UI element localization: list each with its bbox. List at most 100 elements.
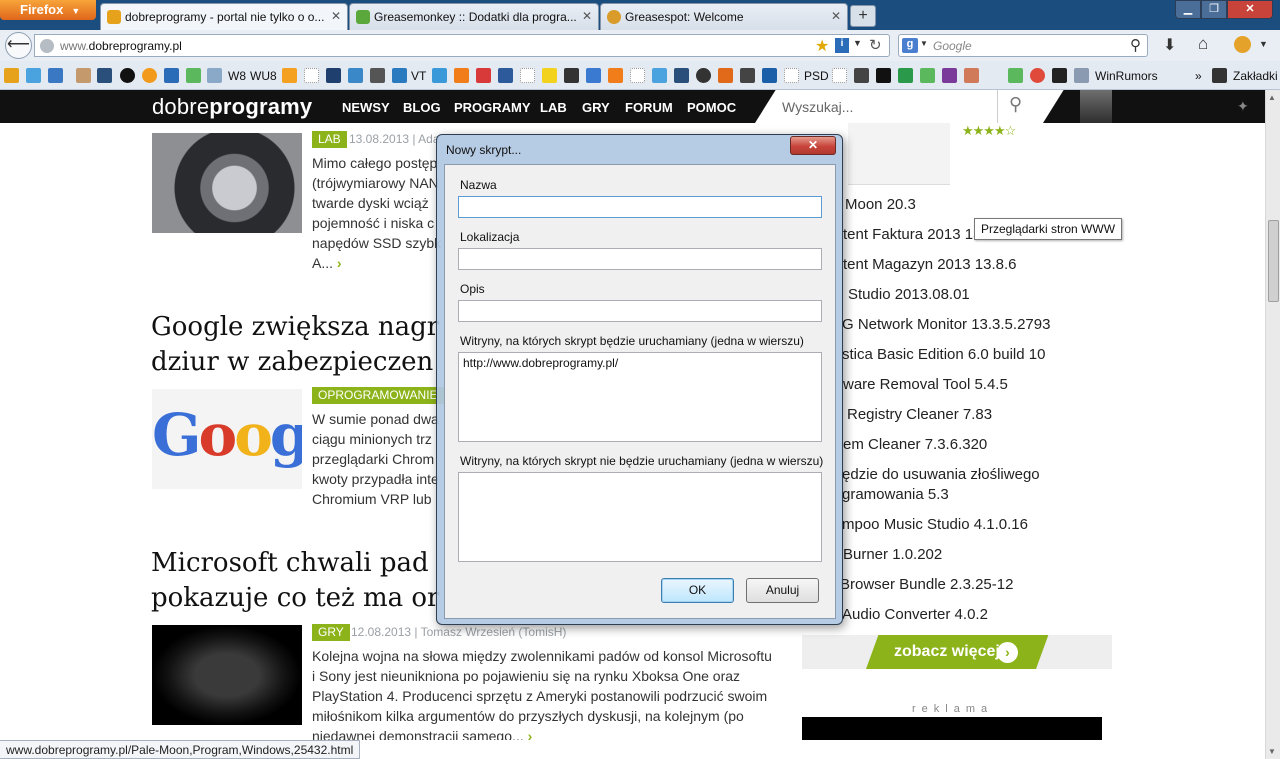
site-logo[interactable]: dobreprogramy — [152, 94, 312, 120]
sidebar-item[interactable]: stica Basic Edition 6.0 build 10 — [842, 346, 1045, 363]
bookmark-icon[interactable] — [120, 68, 135, 83]
twitter-icon[interactable] — [652, 68, 667, 83]
site-search-input[interactable]: Wyszukaj... — [782, 99, 853, 115]
greasemonkey-icon[interactable] — [1234, 36, 1251, 53]
bookmark-psd[interactable]: PSD — [804, 69, 829, 83]
sidebar-item[interactable]: Burner 1.0.202 — [843, 546, 942, 563]
article-tag[interactable]: OPROGRAMOWANIE — [312, 387, 444, 404]
article-headline[interactable]: dziur w zabezpieczen — [151, 345, 433, 380]
sidebar-item[interactable]: Audio Converter 4.0.2 — [842, 606, 988, 623]
avatar[interactable] — [1080, 90, 1112, 123]
article-headline[interactable]: Google zwiększa nagr — [151, 310, 439, 345]
bookmark-icon[interactable] — [476, 68, 491, 83]
bookmark-icon[interactable] — [1074, 68, 1089, 83]
bookmark-icon[interactable] — [520, 68, 535, 83]
bookmark-icon[interactable] — [326, 68, 341, 83]
sidebar-item[interactable]: Browser Bundle 2.3.25-12 — [840, 576, 1013, 593]
history-dropdown-icon[interactable]: ▼ — [853, 38, 862, 48]
sidebar-item[interactable]: Moon 20.3 — [845, 196, 916, 213]
bookmark-icon[interactable] — [630, 68, 645, 83]
bookmark-icon[interactable] — [282, 68, 297, 83]
bookmark-icon[interactable] — [832, 68, 847, 83]
bookmark-icon[interactable] — [76, 68, 91, 83]
bookmarks-menu-label[interactable]: Zakładki — [1233, 69, 1278, 83]
greasemonkey-dropdown-icon[interactable]: ▼ — [1259, 39, 1268, 49]
sidebar-item[interactable]: tent Faktura 2013 13.8 — [843, 226, 994, 243]
bookmark-icon[interactable] — [97, 68, 112, 83]
nav-blog[interactable]: BLOG — [403, 100, 441, 115]
bookmarks-menu-icon[interactable] — [1212, 68, 1227, 83]
info-icon[interactable]: i — [835, 38, 849, 53]
scroll-up-icon[interactable]: ▲ — [1268, 93, 1276, 102]
bookmark-icon[interactable] — [898, 68, 913, 83]
bookmark-icon[interactable] — [920, 68, 935, 83]
include-sites-field[interactable]: http://www.dobreprogramy.pl/ — [458, 352, 822, 442]
google-icon[interactable]: g — [902, 38, 918, 53]
bookmark-icon[interactable] — [762, 68, 777, 83]
sidebar-item[interactable]: mpoo Music Studio 4.1.0.16 — [842, 516, 1028, 533]
bookmark-icon[interactable] — [542, 68, 557, 83]
user-menu-icon[interactable]: ✦ — [1237, 98, 1249, 115]
bookmark-icon[interactable] — [454, 68, 469, 83]
tab-close-icon[interactable]: ✕ — [831, 9, 841, 23]
reload-icon[interactable]: ↻ — [869, 36, 882, 54]
tab-greasespot[interactable]: Greasespot: Welcome ✕ — [600, 3, 848, 30]
bookmark-icon[interactable] — [142, 68, 157, 83]
search-icon[interactable]: ⚲ — [1009, 94, 1022, 115]
bookmark-icon[interactable] — [564, 68, 579, 83]
bookmark-icon[interactable] — [392, 68, 407, 83]
bookmark-icon[interactable] — [432, 68, 447, 83]
download-icon[interactable]: ⬇ — [1163, 35, 1176, 55]
search-bar[interactable]: g ▼ Google ⚲ — [898, 34, 1148, 57]
name-field[interactable] — [458, 196, 822, 218]
cancel-button[interactable]: Anuluj — [746, 578, 819, 603]
bookmarks-overflow-icon[interactable]: » — [1195, 69, 1202, 83]
bookmark-icon[interactable] — [498, 68, 513, 83]
nav-lab[interactable]: LAB — [540, 100, 567, 115]
see-more-label[interactable]: zobacz więcej — [894, 643, 1000, 661]
exclude-sites-field[interactable] — [458, 472, 822, 562]
chevron-right-icon[interactable]: › — [337, 255, 342, 271]
bookmark-icon[interactable] — [964, 68, 979, 83]
bookmark-icon[interactable] — [674, 68, 689, 83]
hard-drive-thumbnail[interactable] — [152, 133, 302, 233]
tab-dobreprogramy[interactable]: dobreprogramy - portal nie tylko o o... … — [100, 3, 348, 30]
tab-close-icon[interactable]: ✕ — [582, 9, 592, 23]
bookmark-vt[interactable]: VT — [411, 69, 426, 83]
bookmark-winrumors[interactable]: WinRumors — [1095, 69, 1158, 83]
nav-gry[interactable]: GRY — [582, 100, 610, 115]
sidebar-item[interactable]: tent Magazyn 2013 13.8.6 — [843, 256, 1016, 273]
sidebar-item[interactable]: ware Removal Tool 5.4.5 — [843, 376, 1008, 393]
page-scrollbar[interactable]: ▲ ▼ — [1265, 90, 1280, 759]
scroll-thumb[interactable] — [1268, 220, 1279, 302]
article-tag[interactable]: GRY — [312, 624, 350, 641]
tab-greasemonkey-addons[interactable]: Greasemonkey :: Dodatki dla progra... ✕ — [349, 3, 599, 30]
engine-dropdown-icon[interactable]: ▼ — [920, 39, 928, 48]
google-logo-thumbnail[interactable]: Google — [152, 389, 302, 489]
bookmark-icon[interactable] — [370, 68, 385, 83]
bookmark-icon[interactable] — [718, 68, 733, 83]
article-tag[interactable]: LAB — [312, 131, 347, 148]
bookmark-icon[interactable] — [784, 68, 799, 83]
bookmark-icon[interactable] — [348, 68, 363, 83]
restore-button[interactable]: ❐ — [1201, 0, 1227, 19]
search-icon[interactable]: ⚲ — [1130, 36, 1141, 54]
url-bar[interactable]: www.dobreprogramy.pl ★ i ▼ ↻ — [34, 34, 890, 57]
sidebar-item[interactable]: em Cleaner 7.3.6.320 — [843, 436, 987, 453]
firefox-menu-button[interactable]: Firefox ▼ — [0, 0, 96, 20]
bookmark-icon[interactable] — [48, 68, 63, 83]
location-field[interactable] — [458, 248, 822, 270]
bookmark-icon[interactable] — [1008, 68, 1023, 83]
url-text[interactable]: www.dobreprogramy.pl — [60, 39, 182, 53]
article-headline[interactable]: Microsoft chwali pad — [151, 546, 429, 581]
ok-button[interactable]: OK — [661, 578, 734, 603]
bookmark-w8[interactable]: W8 — [228, 69, 246, 83]
bookmark-icon[interactable] — [1030, 68, 1045, 83]
software-screenshot-thumbnail[interactable] — [848, 123, 950, 185]
bookmark-icon[interactable] — [4, 68, 19, 83]
back-button[interactable]: ⟵ — [5, 32, 32, 59]
chevron-right-icon[interactable]: › — [528, 728, 533, 740]
bookmark-star-icon[interactable]: ★ — [815, 36, 829, 56]
bookmark-icon[interactable] — [608, 68, 623, 83]
nav-forum[interactable]: FORUM — [625, 100, 673, 115]
